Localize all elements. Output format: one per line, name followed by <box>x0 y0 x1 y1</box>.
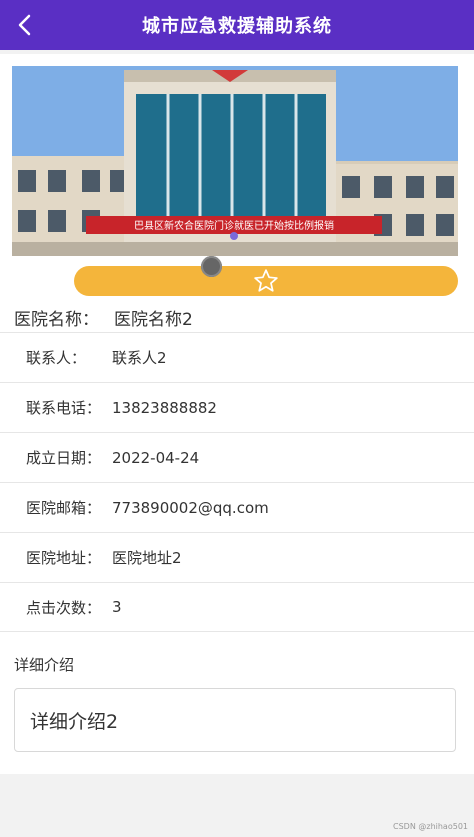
contact-row: 联系人： 联系人2 <box>0 332 474 382</box>
intro-content-box: 详细介绍2 <box>14 688 456 752</box>
favorite-button[interactable] <box>74 266 458 296</box>
banner-sign-text: 巴县区新农合医院门诊就医已开始按比例报销 <box>134 219 334 232</box>
hospital-name-value: 医院名称2 <box>114 309 193 330</box>
intro-text: 详细介绍2 <box>30 710 119 733</box>
field-label: 医院邮箱： <box>26 499 102 517</box>
detail-card: 巴县区新农合医院门诊就医已开始按比例报销 医院名称： 医院名称2 联系人： 联系… <box>0 54 474 774</box>
click-count-row: 点击次数： 3 <box>0 582 474 632</box>
field-value: 联系人2 <box>112 349 167 367</box>
star-outline-icon <box>254 269 278 292</box>
field-label: 医院地址： <box>26 549 102 567</box>
field-label: 点击次数： <box>26 598 102 617</box>
hospital-name-row: 医院名称： 医院名称2 <box>14 302 464 332</box>
field-value: 医院地址2 <box>112 549 182 567</box>
field-value: 2022-04-24 <box>112 448 200 467</box>
address-row: 医院地址： 医院地址2 <box>0 532 474 582</box>
carousel-indicator[interactable] <box>230 232 238 240</box>
hospital-name-label: 医院名称： <box>14 309 99 330</box>
email-row: 医院邮箱： 773890002@qq.com <box>0 482 474 532</box>
field-value: 773890002@qq.com <box>112 498 269 517</box>
drag-handle[interactable] <box>201 256 222 277</box>
phone-row: 联系电话： 13823888882 <box>0 382 474 432</box>
page-title: 城市应急救援辅助系统 <box>142 16 332 37</box>
intro-label: 详细介绍 <box>14 656 75 674</box>
field-label: 联系电话： <box>26 399 102 417</box>
founded-date-row: 成立日期： 2022-04-24 <box>0 432 474 482</box>
app-header: 城市应急救援辅助系统 <box>0 0 474 50</box>
field-value: 3 <box>112 598 122 616</box>
field-value: 13823888882 <box>112 398 217 417</box>
field-label: 联系人： <box>26 349 87 367</box>
watermark: CSDN @zhihao501 <box>393 822 468 831</box>
back-button[interactable] <box>10 10 40 40</box>
hospital-image-banner[interactable]: 巴县区新农合医院门诊就医已开始按比例报销 <box>12 66 458 256</box>
field-label: 成立日期： <box>26 449 102 467</box>
chevron-left-icon <box>18 14 31 36</box>
hospital-building-photo: 巴县区新农合医院门诊就医已开始按比例报销 <box>12 66 458 256</box>
